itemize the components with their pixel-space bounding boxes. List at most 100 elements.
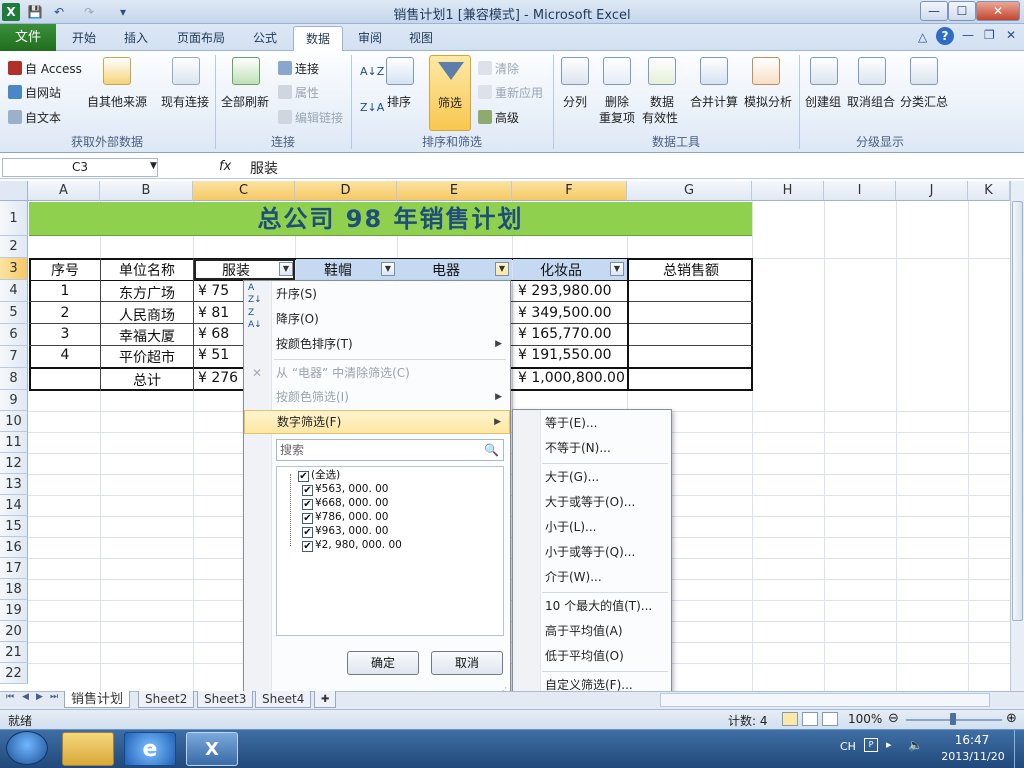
row-header[interactable]: 9 <box>0 390 28 411</box>
ie-icon[interactable]: e <box>124 732 176 766</box>
row-header[interactable]: 11 <box>0 432 28 453</box>
sheet-tab-sheet3[interactable]: Sheet3 <box>197 691 254 708</box>
ime-icon[interactable]: P <box>864 738 878 752</box>
filter-dropdown-clothing[interactable]: ▼ <box>279 262 293 276</box>
sheet-nav-prev-icon[interactable]: ◀ <box>22 692 29 702</box>
zoom-slider-thumb[interactable] <box>950 713 956 725</box>
cell-f4[interactable]: ¥ 293,980.00 <box>518 283 626 299</box>
row-header[interactable]: 13 <box>0 474 28 495</box>
tab-file[interactable]: 文件 <box>0 24 56 51</box>
cell-c6[interactable]: ¥ 68 <box>198 326 243 342</box>
cell-f6[interactable]: ¥ 165,770.00 <box>518 326 626 342</box>
filter-button[interactable]: 筛选 <box>429 55 471 131</box>
properties-button[interactable]: 属性 <box>278 84 319 101</box>
cell-c4[interactable]: ¥ 75 <box>198 283 243 299</box>
row-header[interactable]: 4 <box>0 280 28 302</box>
col-header-c[interactable]: C <box>193 181 295 201</box>
show-desktop-button[interactable] <box>1014 730 1024 768</box>
sheet-banner-title[interactable]: 总公司 98 年销售计划 <box>29 202 752 236</box>
tab-home[interactable]: 开始 <box>60 26 108 50</box>
menu-number-filters[interactable]: 数字筛选(F) ▶ <box>244 410 510 434</box>
row-header[interactable]: 3 <box>0 258 28 280</box>
sort-za-icon[interactable]: Z↓A <box>360 101 384 114</box>
menu-clear-filter[interactable]: ✕ 从 “电器” 中清除筛选(C) <box>244 361 510 385</box>
row-header[interactable]: 20 <box>0 621 28 642</box>
tab-view[interactable]: 视图 <box>397 26 445 50</box>
col-header-k[interactable]: K <box>968 181 1010 201</box>
zoom-level[interactable]: 100% <box>848 712 882 726</box>
doc-restore-button[interactable]: ❐ <box>984 28 995 42</box>
row-header[interactable]: 21 <box>0 642 28 663</box>
submenu-equals[interactable]: 等于(E)... <box>545 412 597 434</box>
sheet-nav-first-icon[interactable]: ⏮ <box>6 692 14 702</box>
existing-connections-button[interactable]: 现有连接 <box>161 93 209 110</box>
group-button[interactable]: 创建组 <box>805 93 841 110</box>
col-header-h[interactable]: H <box>752 181 824 201</box>
header-cell-unit[interactable]: 单位名称 <box>101 260 193 280</box>
clock-time[interactable]: 16:47 <box>952 733 992 747</box>
filter-checkbox-item[interactable]: ✔ ¥563, 000. 00 <box>302 482 388 496</box>
horizontal-scrollbar[interactable] <box>660 693 990 707</box>
row-header[interactable]: 12 <box>0 453 28 474</box>
subtotal-button[interactable]: 分类汇总 <box>900 93 948 110</box>
cell-a4[interactable]: 1 <box>30 283 100 299</box>
name-box-dropdown-icon[interactable]: ▼ <box>150 161 157 171</box>
col-header-j[interactable]: J <box>896 181 968 201</box>
sheet-tab-sheet2[interactable]: Sheet2 <box>138 691 195 708</box>
select-all-corner[interactable] <box>0 181 28 201</box>
menu-sort-descending[interactable]: Z A↓ 降序(O) <box>244 307 510 331</box>
clock-date[interactable]: 2013/11/20 <box>934 750 1012 763</box>
tab-data[interactable]: 数据 <box>293 26 344 52</box>
col-header-a[interactable]: A <box>28 181 100 201</box>
help-icon[interactable]: ? <box>936 27 954 45</box>
cell-a6[interactable]: 3 <box>30 326 100 342</box>
excel-taskbar-icon[interactable]: X <box>186 732 238 766</box>
volume-icon[interactable]: 🔈 <box>908 738 923 752</box>
col-header-f[interactable]: F <box>512 181 627 201</box>
row-header[interactable]: 5 <box>0 302 28 324</box>
doc-close-button[interactable]: ✕ <box>1006 28 1016 42</box>
ungroup-button[interactable]: 取消组合 <box>847 93 895 110</box>
row-header[interactable]: 1 <box>0 201 28 236</box>
filter-checkbox-item[interactable]: ✔ ¥786, 000. 00 <box>302 510 388 524</box>
edit-links-button[interactable]: 编辑链接 <box>278 109 343 126</box>
filter-dropdown-cosmetics[interactable]: ▼ <box>610 262 624 276</box>
fx-icon[interactable]: fx <box>219 159 231 174</box>
text-to-columns-button[interactable]: 分列 <box>563 93 587 110</box>
row-header[interactable]: 2 <box>0 236 28 258</box>
close-button[interactable]: ✕ <box>976 1 1020 21</box>
sheet-tab-sheet4[interactable]: Sheet4 <box>255 691 312 708</box>
remove-duplicates-button-line2[interactable]: 重复项 <box>599 109 635 126</box>
menu-filter-by-color[interactable]: 按颜色筛选(I) ▶ <box>244 385 510 409</box>
filter-ok-button[interactable]: 确定 <box>347 651 419 675</box>
cell-a5[interactable]: 2 <box>30 305 100 321</box>
minimize-button[interactable]: — <box>920 1 948 21</box>
normal-view-icon[interactable] <box>782 712 798 726</box>
filter-checkbox-select-all[interactable]: ✔ (全选) <box>298 468 340 482</box>
other-sources-button[interactable]: 自其他来源 <box>87 93 147 110</box>
cell-c8[interactable]: ¥ 276 <box>198 370 243 386</box>
sheet-nav-last-icon[interactable]: ⏭ <box>50 692 58 702</box>
submenu-less-or-equal[interactable]: 小于或等于(Q)... <box>545 541 635 563</box>
col-header-g[interactable]: G <box>627 181 752 201</box>
input-language-indicator[interactable]: CH <box>840 740 856 753</box>
advanced-filter-button[interactable]: 高级 <box>478 109 519 126</box>
row-header[interactable]: 8 <box>0 368 28 390</box>
filter-checkbox-item[interactable]: ✔ ¥668, 000. 00 <box>302 496 388 510</box>
col-header-i[interactable]: I <box>824 181 896 201</box>
submenu-between[interactable]: 介于(W)... <box>545 566 602 588</box>
header-cell-total-sales[interactable]: 总销售额 <box>630 260 752 280</box>
maximize-button[interactable]: ☐ <box>948 1 976 21</box>
submenu-top-10[interactable]: 10 个最大的值(T)... <box>545 595 652 617</box>
cell-b5[interactable]: 人民商场 <box>101 305 193 325</box>
page-layout-view-icon[interactable] <box>802 712 818 726</box>
row-header[interactable]: 22 <box>0 663 28 684</box>
row-header[interactable]: 18 <box>0 579 28 600</box>
submenu-above-average[interactable]: 高于平均值(A) <box>545 620 623 642</box>
cell-f7[interactable]: ¥ 191,550.00 <box>518 347 626 363</box>
insert-sheet-icon[interactable]: ✚ <box>314 691 336 708</box>
explorer-icon[interactable] <box>62 732 114 766</box>
filter-dropdown-appliances[interactable]: ▼ <box>495 262 509 276</box>
connections-button[interactable]: 连接 <box>278 60 319 77</box>
header-cell-seq[interactable]: 序号 <box>30 260 100 280</box>
